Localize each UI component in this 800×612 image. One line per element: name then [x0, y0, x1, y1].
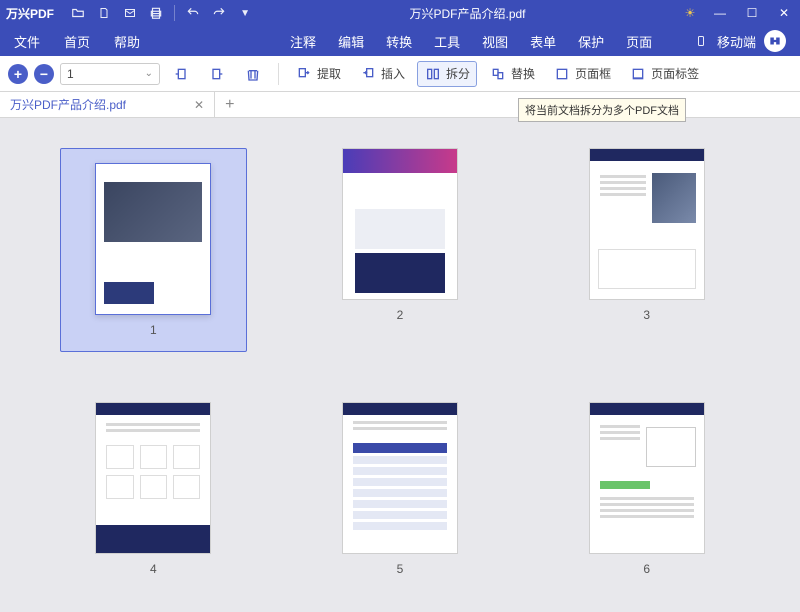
title-bar: 万兴PDF ▼ 万兴PDF产品介绍.pdf ☀ — ☐ ✕ — [0, 0, 800, 26]
page-number: 1 — [150, 323, 157, 337]
pagebox-button[interactable]: 页面框 — [547, 62, 617, 86]
page-preview — [95, 163, 211, 315]
pagebox-icon — [553, 65, 571, 83]
zoom-in-button[interactable]: + — [8, 64, 28, 84]
extract-button[interactable]: 提取 — [289, 62, 347, 86]
page-number-input[interactable]: 1 ⌄ — [60, 63, 160, 85]
delete-button[interactable] — [238, 62, 268, 86]
page-number: 6 — [643, 562, 650, 576]
page-number: 4 — [150, 562, 157, 576]
tab-close-button[interactable]: ✕ — [194, 98, 204, 112]
menu-view[interactable]: 视图 — [482, 32, 508, 51]
page-thumbnail-2[interactable]: 2 — [307, 148, 494, 352]
replace-icon — [489, 65, 507, 83]
chevron-down-icon: ⌄ — [145, 68, 153, 79]
zoom-out-button[interactable]: − — [34, 64, 54, 84]
pagelabel-button[interactable]: 页面标签 — [623, 62, 705, 86]
rotate-left-button[interactable] — [166, 62, 196, 86]
rotate-right-button[interactable] — [202, 62, 232, 86]
maximize-button[interactable]: ☐ — [742, 6, 762, 20]
file-icon[interactable] — [96, 5, 112, 21]
page-number: 2 — [397, 308, 404, 322]
page-thumbnail-3[interactable]: 3 — [553, 148, 740, 352]
undo-icon[interactable] — [185, 5, 201, 21]
menu-tools[interactable]: 工具 — [434, 32, 460, 51]
rotate-right-icon — [208, 65, 226, 83]
close-button[interactable]: ✕ — [774, 6, 794, 20]
tab-filename: 万兴PDF产品介绍.pdf — [10, 96, 126, 113]
replace-label: 替换 — [511, 65, 535, 82]
page-preview — [589, 402, 705, 554]
menu-annotate[interactable]: 注释 — [290, 32, 316, 51]
pagebox-label: 页面框 — [575, 65, 611, 82]
page-number: 5 — [397, 562, 404, 576]
menu-home[interactable]: 首页 — [64, 32, 90, 51]
thumbnail-grid: 1 2 3 4 5 6 — [0, 118, 800, 606]
split-button[interactable]: 拆分 — [417, 61, 477, 87]
page-thumbnail-1[interactable]: 1 — [60, 148, 247, 352]
menu-convert[interactable]: 转换 — [386, 32, 412, 51]
insert-label: 插入 — [381, 65, 405, 82]
pagelabel-label: 页面标签 — [651, 65, 699, 82]
menu-help[interactable]: 帮助 — [114, 32, 140, 51]
document-tab[interactable]: 万兴PDF产品介绍.pdf ✕ — [0, 92, 215, 117]
menu-edit[interactable]: 编辑 — [338, 32, 364, 51]
extract-icon — [295, 65, 313, 83]
mobile-icon — [693, 33, 709, 49]
logo-icon[interactable] — [764, 30, 786, 52]
mail-icon[interactable] — [122, 5, 138, 21]
sun-icon[interactable]: ☀ — [682, 5, 698, 21]
menu-mobile[interactable]: 移动端 — [717, 32, 756, 51]
split-tooltip: 将当前文档拆分为多个PDF文档 — [518, 98, 686, 122]
page-preview — [95, 402, 211, 554]
page-number: 3 — [643, 308, 650, 322]
page-thumbnail-6[interactable]: 6 — [553, 402, 740, 576]
redo-icon[interactable] — [211, 5, 227, 21]
trash-icon — [244, 65, 262, 83]
menu-file[interactable]: 文件 — [14, 32, 40, 51]
menu-bar: 文件 首页 帮助 注释 编辑 转换 工具 视图 表单 保护 页面 移动端 — [0, 26, 800, 56]
insert-icon — [359, 65, 377, 83]
page-thumbnail-4[interactable]: 4 — [60, 402, 247, 576]
page-thumbnail-5[interactable]: 5 — [307, 402, 494, 576]
dropdown-icon[interactable]: ▼ — [237, 5, 253, 21]
app-name: 万兴PDF — [6, 5, 54, 22]
menu-form[interactable]: 表单 — [530, 32, 556, 51]
rotate-left-icon — [172, 65, 190, 83]
tab-add-button[interactable]: + — [215, 96, 244, 114]
separator — [174, 5, 175, 21]
insert-button[interactable]: 插入 — [353, 62, 411, 86]
pagelabel-icon — [629, 65, 647, 83]
menu-page[interactable]: 页面 — [626, 32, 652, 51]
replace-button[interactable]: 替换 — [483, 62, 541, 86]
menu-protect[interactable]: 保护 — [578, 32, 604, 51]
page-preview — [589, 148, 705, 300]
page-preview — [342, 148, 458, 300]
separator — [278, 63, 279, 85]
page-preview — [342, 402, 458, 554]
extract-label: 提取 — [317, 65, 341, 82]
page-number-value: 1 — [67, 67, 74, 81]
split-icon — [424, 65, 442, 83]
folder-icon[interactable] — [70, 5, 86, 21]
split-label: 拆分 — [446, 65, 470, 82]
minimize-button[interactable]: — — [710, 6, 730, 20]
print-icon[interactable] — [148, 5, 164, 21]
toolbar: + − 1 ⌄ 提取 插入 拆分 替换 页面框 页面标签 — [0, 56, 800, 92]
document-title: 万兴PDF产品介绍.pdf — [253, 5, 682, 22]
